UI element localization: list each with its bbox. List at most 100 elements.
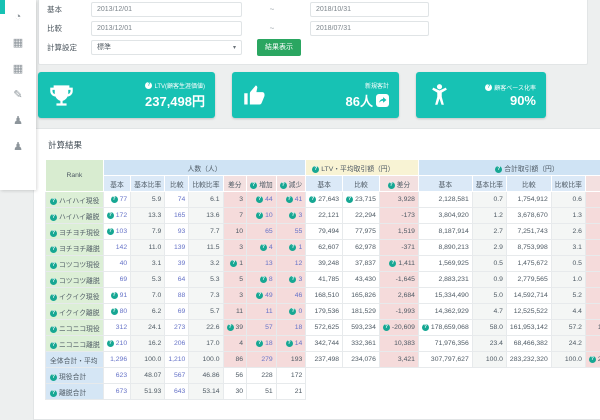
info-icon[interactable]: ?	[286, 196, 293, 203]
cell[interactable]: ?91	[103, 288, 130, 304]
cell[interactable]: 1,210	[165, 352, 189, 368]
info-icon[interactable]: ?	[495, 166, 502, 173]
info-icon[interactable]: ?	[145, 82, 152, 89]
info-icon[interactable]: ?	[346, 196, 353, 203]
cell[interactable]: ?41	[276, 192, 306, 208]
cell[interactable]: 623	[103, 368, 130, 384]
info-icon[interactable]: ?	[50, 278, 57, 285]
info-icon[interactable]: ?	[111, 292, 118, 299]
cell[interactable]: ?0	[276, 304, 306, 320]
cell[interactable]: 11	[247, 304, 277, 320]
cell[interactable]: ?8	[247, 272, 277, 288]
cell[interactable]: ?18	[247, 336, 277, 352]
info-icon[interactable]: ?	[289, 276, 296, 283]
cell[interactable]: 74	[165, 192, 189, 208]
cell[interactable]: 139	[165, 240, 189, 256]
cell[interactable]: ?172	[103, 208, 130, 224]
cell[interactable]: 39	[165, 256, 189, 272]
cell[interactable]: 46	[276, 288, 306, 304]
info-icon[interactable]: ?	[260, 276, 267, 283]
cell[interactable]: 206	[165, 336, 189, 352]
compare-to-input[interactable]	[310, 21, 429, 36]
table-icon-2[interactable]: ▦	[13, 64, 23, 75]
cell[interactable]: ?103	[103, 224, 130, 240]
cell[interactable]: ?210	[103, 336, 130, 352]
info-icon[interactable]: ?	[50, 326, 57, 333]
pie-chart-icon[interactable]: ◔	[15, 12, 22, 23]
info-icon[interactable]: ?	[256, 340, 263, 347]
info-icon[interactable]: ?	[280, 182, 287, 189]
cell[interactable]: ?3	[276, 208, 306, 224]
info-icon[interactable]: ?	[50, 214, 57, 221]
info-icon[interactable]: ?	[383, 324, 390, 331]
cell[interactable]: 88	[165, 288, 189, 304]
info-icon[interactable]: ?	[107, 212, 114, 219]
info-icon[interactable]: ?	[50, 198, 57, 205]
calc-setting-select[interactable]: 標準 ▾	[91, 40, 242, 55]
cell[interactable]: ?80	[103, 304, 130, 320]
cell[interactable]: 64	[165, 272, 189, 288]
cell[interactable]: 13	[247, 256, 277, 272]
cell[interactable]: 40	[103, 256, 130, 272]
user-icon-2[interactable]: ♟	[13, 142, 23, 153]
info-icon[interactable]: ?	[50, 246, 57, 253]
cell[interactable]: 165	[165, 208, 189, 224]
cell[interactable]: ?1	[276, 240, 306, 256]
cell[interactable]: ?10	[247, 208, 277, 224]
info-icon[interactable]: ?	[589, 356, 596, 363]
info-icon[interactable]: ?	[256, 292, 263, 299]
info-icon[interactable]: ?	[312, 166, 319, 173]
info-icon[interactable]: ?	[422, 324, 429, 331]
cell[interactable]: 18	[276, 320, 306, 336]
info-icon[interactable]: ?	[289, 308, 296, 315]
cell[interactable]: ?4	[247, 240, 277, 256]
basic-from-input[interactable]	[91, 2, 242, 17]
info-icon[interactable]: ?	[286, 340, 293, 347]
cell[interactable]: 55	[276, 224, 306, 240]
info-icon[interactable]: ?	[50, 374, 57, 381]
cell[interactable]: 142	[103, 240, 130, 256]
cell[interactable]: ?49	[247, 288, 277, 304]
cell[interactable]: 69	[165, 304, 189, 320]
compare-from-input[interactable]	[91, 21, 242, 36]
info-icon[interactable]: ?	[230, 260, 237, 267]
cell[interactable]: 65	[247, 224, 277, 240]
cell[interactable]: ?3	[276, 272, 306, 288]
info-icon[interactable]: ?	[309, 196, 316, 203]
info-icon[interactable]: ?	[107, 340, 114, 347]
cell[interactable]: ?77	[103, 192, 130, 208]
cell[interactable]: 567	[165, 368, 189, 384]
info-icon[interactable]: ?	[50, 294, 57, 301]
info-icon[interactable]: ?	[388, 182, 395, 189]
info-icon[interactable]: ?	[50, 262, 57, 269]
cell[interactable]: 643	[165, 384, 189, 400]
info-icon[interactable]: ?	[50, 310, 57, 317]
cell[interactable]: 279	[247, 352, 277, 368]
cell[interactable]: 673	[103, 384, 130, 400]
edit-icon[interactable]: ✎	[13, 90, 22, 101]
cell[interactable]: 93	[165, 224, 189, 240]
info-icon[interactable]: ?	[389, 260, 396, 267]
info-icon[interactable]: ?	[50, 342, 57, 349]
open-detail-icon[interactable]	[376, 94, 389, 107]
info-icon[interactable]: ?	[107, 228, 114, 235]
info-icon[interactable]: ?	[485, 84, 492, 91]
info-icon[interactable]: ?	[256, 196, 263, 203]
cell[interactable]: 312	[103, 320, 130, 336]
info-icon[interactable]: ?	[289, 244, 296, 251]
info-icon[interactable]: ?	[50, 230, 57, 237]
info-icon[interactable]: ?	[111, 196, 118, 203]
cell[interactable]: 57	[247, 320, 277, 336]
show-results-button[interactable]: 結果表示	[257, 39, 301, 56]
info-icon[interactable]: ?	[111, 308, 118, 315]
basic-to-input[interactable]	[310, 2, 429, 17]
info-icon[interactable]: ?	[289, 212, 296, 219]
user-icon[interactable]: ♟	[13, 116, 23, 127]
cell[interactable]: 12	[276, 256, 306, 272]
cell[interactable]: ?44	[247, 192, 277, 208]
table-icon[interactable]: ▦	[13, 38, 23, 49]
cell[interactable]: ?14	[276, 336, 306, 352]
info-icon[interactable]: ?	[50, 390, 57, 397]
info-icon[interactable]: ?	[250, 182, 257, 189]
cell[interactable]: 69	[103, 272, 130, 288]
